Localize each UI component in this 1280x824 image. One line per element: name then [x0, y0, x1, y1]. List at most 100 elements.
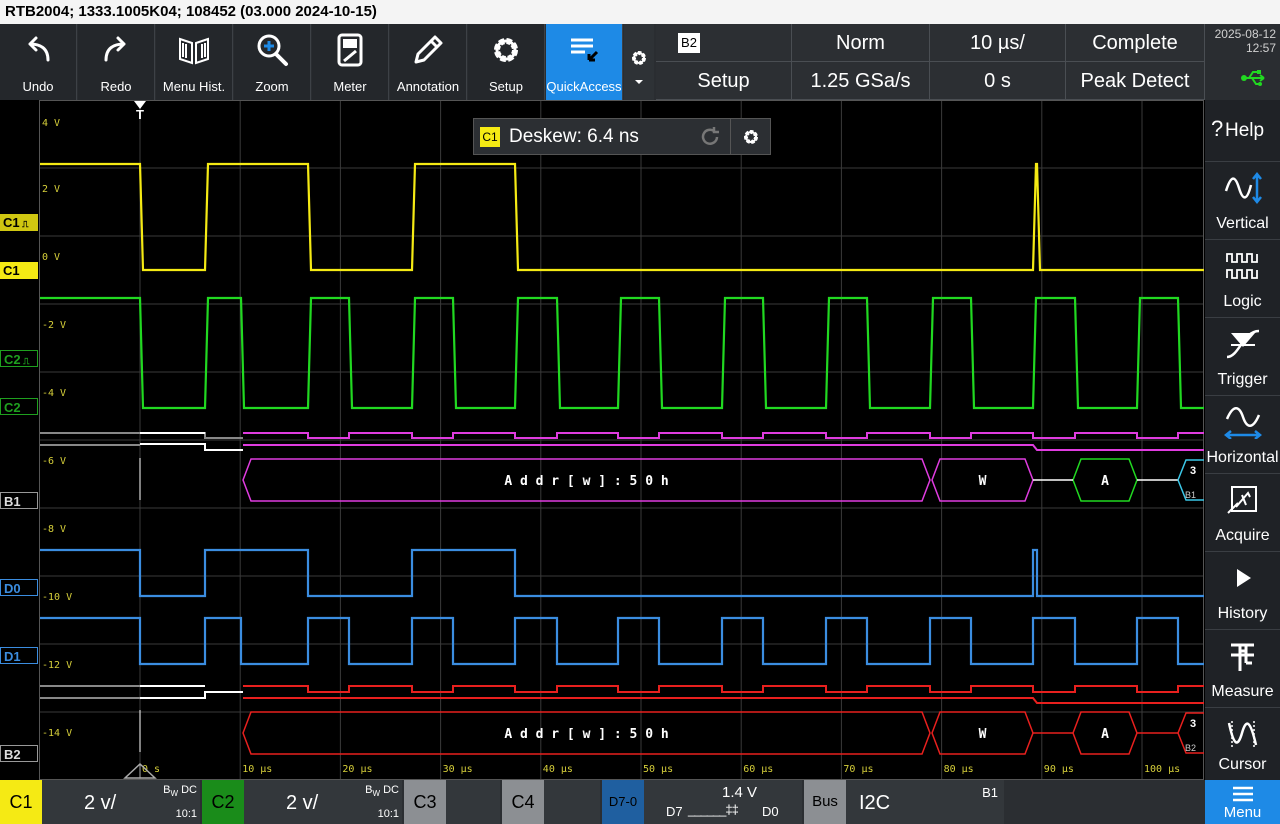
x-tick-label: 20 µs	[342, 764, 373, 775]
undo-label: Undo	[22, 79, 54, 94]
b2-tag[interactable]: B2	[0, 745, 38, 762]
logic-button[interactable]: Logic	[1205, 240, 1280, 318]
cursor-icon	[1205, 714, 1280, 754]
sample-rate[interactable]: 1.25 GSa/s	[792, 62, 930, 100]
d1-tag[interactable]: D1	[0, 647, 38, 664]
menu-history-icon	[156, 32, 232, 68]
quickaccess-label: QuickAccess	[546, 79, 622, 94]
zoom-label: Zoom	[255, 79, 289, 94]
c4-settings[interactable]	[544, 780, 600, 824]
measure-icon	[1205, 636, 1280, 676]
c1-trigger-tag[interactable]: C1 ⎍	[0, 214, 38, 231]
x-tick-label: 10 µs	[242, 764, 273, 775]
toolbar: Undo Redo Menu Hist. Zoom Meter Annotati…	[0, 24, 1205, 100]
logic-label: Logic	[1223, 293, 1262, 310]
menu-label: Menu	[1223, 804, 1262, 821]
c1-scale: 2 v/	[84, 792, 117, 814]
deskew-value[interactable]: Deskew: 6.4 ns	[509, 126, 639, 148]
c2-scale: 2 v/	[286, 792, 319, 814]
b1-tag[interactable]: B1	[0, 492, 38, 509]
vertical-label: Vertical	[1216, 215, 1269, 232]
d0-tag[interactable]: D0	[0, 579, 38, 596]
cursor-label: Cursor	[1218, 756, 1267, 773]
zoom-button[interactable]: Zoom	[234, 24, 311, 100]
b1-address-frame-label: A d d r [ w ] : 5 0 h	[504, 474, 668, 489]
history-button[interactable]: History	[1205, 552, 1280, 630]
acquisition-mode[interactable]: Peak Detect	[1066, 62, 1205, 100]
b2-next-label: 3	[1190, 718, 1196, 730]
quickaccess-icon	[546, 32, 622, 68]
vertical-button[interactable]: Vertical	[1205, 162, 1280, 240]
waveform-display[interactable]: A d d r [ w ] : 5 0 h W A A d d r [ w ] : 5…	[39, 100, 1204, 780]
setup-button[interactable]: Setup	[468, 24, 545, 100]
x-tick-label: 80 µs	[943, 764, 974, 775]
setup-label: Setup	[489, 79, 523, 94]
trigger-button[interactable]: Trigger	[1205, 318, 1280, 396]
gear-icon	[468, 32, 544, 68]
bus-button[interactable]: Bus	[804, 780, 846, 824]
bottom-bar: C1 2 v/ BW DC 10:1 C2 2 v/ BW DC 10:1 C3…	[0, 780, 1280, 824]
menu-history-button[interactable]: Menu Hist.	[156, 24, 233, 100]
cursor-button[interactable]: Cursor	[1205, 708, 1280, 780]
redo-button[interactable]: Redo	[78, 24, 155, 100]
b1-ack-frame-label: A	[1101, 474, 1109, 489]
deskew-settings-icon[interactable]	[730, 119, 770, 154]
logic-channel-button[interactable]: D7-0	[602, 780, 644, 824]
c1-bandwidth-coupling: BW DC	[163, 784, 197, 799]
c3-channel-button[interactable]: C3	[404, 780, 446, 824]
acquire-icon	[1205, 480, 1280, 520]
acquire-button[interactable]: Acquire	[1205, 474, 1280, 552]
time-offset[interactable]: 0 s	[930, 62, 1066, 100]
timebase[interactable]: 10 µs/	[930, 24, 1066, 62]
c3-settings[interactable]	[446, 780, 500, 824]
measure-label: Measure	[1211, 683, 1274, 700]
menu-button[interactable]: Menu	[1205, 780, 1280, 824]
trigger-position-marker[interactable]: T	[133, 101, 147, 121]
deskew-popup[interactable]: C1 Deskew: 6.4 ns	[473, 118, 771, 155]
x-tick-label: 50 µs	[643, 764, 674, 775]
bus-select-cell[interactable]: B2	[656, 24, 792, 62]
bus-settings[interactable]: I2C B1	[846, 780, 1004, 824]
y-tick-label: -6 V	[42, 456, 67, 467]
logic-threshold: 1.4 V	[722, 784, 758, 801]
reset-icon[interactable]	[692, 124, 728, 150]
y-tick-label: -10 V	[42, 592, 73, 603]
annotation-label: Annotation	[396, 79, 460, 94]
horizontal-icon	[1205, 402, 1280, 442]
acquire-label: Acquire	[1215, 527, 1270, 544]
vertical-icon	[1205, 168, 1280, 208]
x-tick-label: 100 µs	[1144, 764, 1181, 775]
help-label: Help	[1225, 120, 1265, 141]
title-bar: RTB2004; 1333.1005K04; 108452 (03.000 20…	[0, 0, 1280, 24]
horizontal-button[interactable]: Horizontal	[1205, 396, 1280, 474]
c1-settings[interactable]: 2 v/ BW DC 10:1	[42, 780, 200, 824]
c4-channel-button[interactable]: C4	[502, 780, 544, 824]
quickaccess-settings-button[interactable]	[624, 24, 654, 100]
help-button[interactable]: ? Help	[1205, 100, 1280, 162]
b2-address-frame-label: A d d r [ w ] : 5 0 h	[504, 727, 668, 742]
acquisition-state[interactable]: Complete	[1066, 24, 1205, 62]
c2-probe: 10:1	[377, 808, 399, 820]
annotation-button[interactable]: Annotation	[390, 24, 467, 100]
deskew-channel-badge: C1	[480, 127, 500, 147]
quickaccess-button[interactable]: QuickAccess	[546, 24, 623, 100]
logic-settings[interactable]: 1.4 V D7 ______‡‡ D0	[644, 780, 802, 824]
logic-hi-label: D0	[762, 804, 779, 819]
trigger-mode[interactable]: Norm	[792, 24, 930, 62]
y-tick-label: 0 V	[42, 252, 61, 263]
b2-rw-frame-label: W	[979, 727, 987, 742]
c1-offset-tag[interactable]: C1	[0, 262, 38, 279]
c2-trigger-tag[interactable]: C2 ⎍	[0, 350, 38, 367]
undo-button[interactable]: Undo	[0, 24, 77, 100]
c2-settings[interactable]: 2 v/ BW DC 10:1	[244, 780, 402, 824]
side-panel: ? Help Vertical Logic Trigger Horizontal…	[1205, 100, 1280, 780]
usb-icon	[1240, 68, 1270, 91]
logic-icon	[1205, 246, 1280, 286]
c1-channel-button[interactable]: C1	[0, 780, 42, 824]
meter-button[interactable]: Meter	[312, 24, 389, 100]
y-tick-label: -12 V	[42, 660, 73, 671]
bus-setup-button[interactable]: Setup	[656, 62, 792, 100]
c2-offset-tag[interactable]: C2	[0, 398, 38, 415]
measure-button[interactable]: Measure	[1205, 630, 1280, 708]
c2-channel-button[interactable]: C2	[202, 780, 244, 824]
